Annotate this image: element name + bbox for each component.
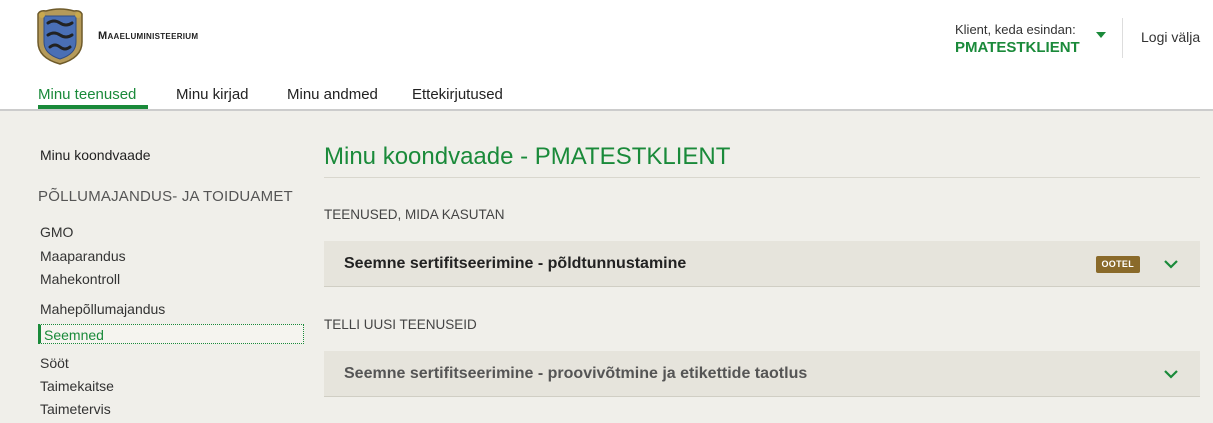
status-badge: OOTEL bbox=[1095, 256, 1140, 273]
coat-of-arms-logo[interactable] bbox=[34, 8, 86, 66]
title-divider bbox=[324, 177, 1200, 178]
page-title: Minu koondvaade - PMATESTKLIENT bbox=[324, 143, 731, 170]
main-nav: Minu teenused Minu kirjad Minu andmed Et… bbox=[0, 74, 1213, 111]
client-label: Klient, keda esindan: bbox=[955, 22, 1076, 37]
sidebar-item-taimekaitse[interactable]: Taimekaitse bbox=[40, 376, 114, 396]
tab-minu-teenused[interactable]: Minu teenused bbox=[38, 86, 136, 103]
client-selector[interactable]: PMATESTKLIENT bbox=[955, 39, 1080, 56]
order-service-accordion-item[interactable]: Seemne sertifitseerimine - proovivõtmine… bbox=[324, 351, 1200, 397]
header-divider bbox=[1122, 18, 1123, 58]
section-label-used-services: TEENUSED, MIDA KASUTAN bbox=[324, 207, 505, 222]
sidebar-item-mahepollumajandus[interactable]: Mahepõllumajandus bbox=[40, 299, 165, 319]
sidebar-item-seemned[interactable]: Seemned bbox=[38, 324, 304, 344]
sidebar-item-maaparandus[interactable]: Maaparandus bbox=[40, 246, 126, 266]
site-header: Maaeluministeerium Klient, keda esindan:… bbox=[0, 0, 1213, 74]
order-service-title[interactable]: Seemne sertifitseerimine - proovivõtmine… bbox=[344, 365, 807, 383]
service-accordion-item[interactable]: Seemne sertifitseerimine - põldtunnustam… bbox=[324, 241, 1200, 287]
sidebar-item-mahekontroll[interactable]: Mahekontroll bbox=[40, 269, 120, 289]
sidebar-item-soot[interactable]: Sööt bbox=[40, 353, 69, 373]
logout-link[interactable]: Logi välja bbox=[1141, 29, 1200, 45]
service-title[interactable]: Seemne sertifitseerimine - põldtunnustam… bbox=[344, 255, 686, 273]
ministry-name: Maaeluministeerium bbox=[98, 30, 199, 42]
chevron-down-icon[interactable] bbox=[1162, 255, 1180, 273]
section-label-order-services: TELLI UUSI TEENUSEID bbox=[324, 317, 477, 332]
tab-minu-kirjad[interactable]: Minu kirjad bbox=[176, 86, 249, 103]
active-tab-indicator bbox=[38, 105, 148, 109]
tab-ettekirjutused[interactable]: Ettekirjutused bbox=[412, 86, 503, 103]
sidebar-item-home[interactable]: Minu koondvaade bbox=[40, 147, 151, 163]
sidebar-section-heading: PÕLLUMAJANDUS- JA TOIDUAMET bbox=[38, 188, 293, 205]
caret-down-icon[interactable] bbox=[1096, 32, 1106, 38]
chevron-down-icon[interactable] bbox=[1162, 365, 1180, 383]
sidebar-item-taimetervis[interactable]: Taimetervis bbox=[40, 399, 111, 419]
sidebar-item-gmo[interactable]: GMO bbox=[40, 222, 73, 242]
tab-minu-andmed[interactable]: Minu andmed bbox=[287, 86, 378, 103]
